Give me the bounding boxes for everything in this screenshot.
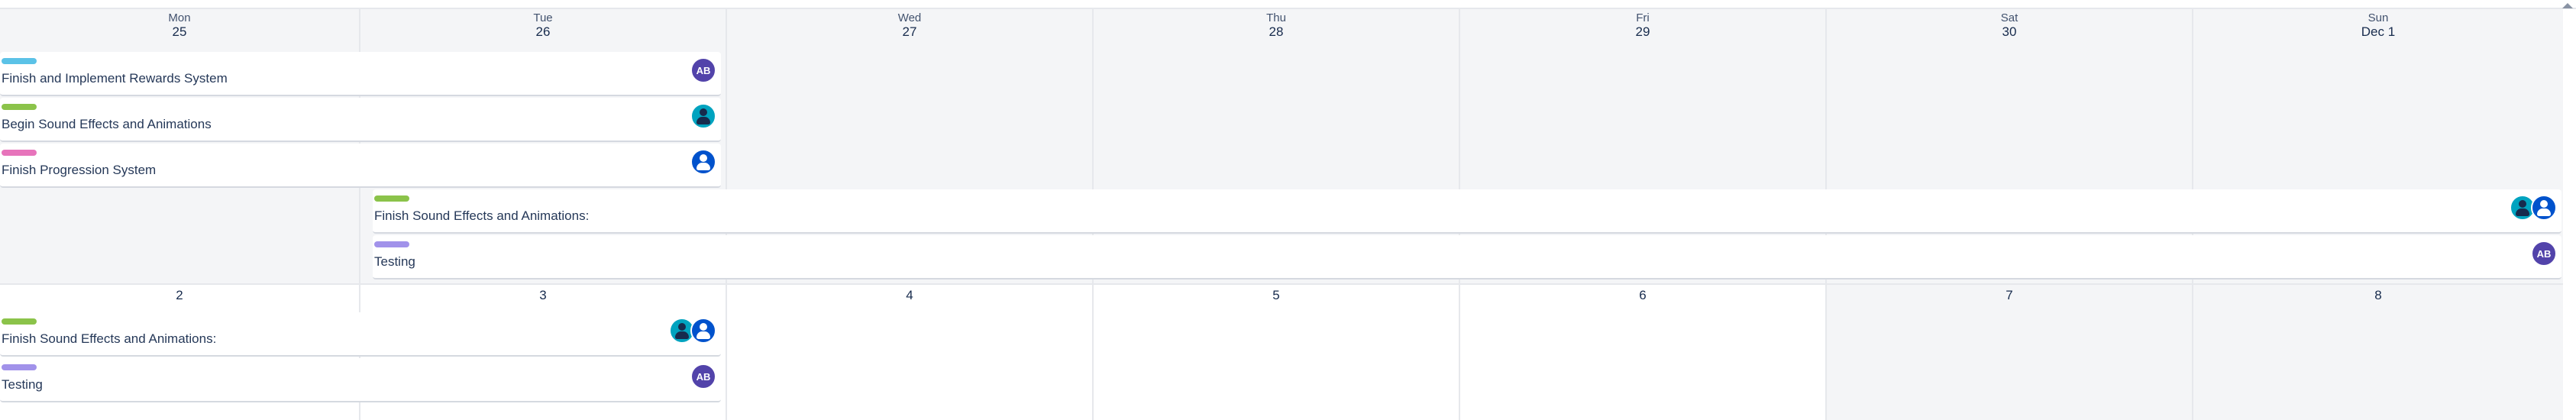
day-header: Wed 27 <box>727 9 1092 40</box>
day-header: Fri 29 <box>1460 9 1825 40</box>
event-color-strip <box>2 364 37 370</box>
assignee-group <box>2510 195 2557 221</box>
event-title: Testing <box>2 377 43 392</box>
assignee-group <box>669 318 716 344</box>
day-header: 5 <box>1094 288 1459 303</box>
assignee-avatar-initials[interactable]: AB <box>690 57 716 83</box>
day-cell-7[interactable]: 7 <box>1827 285 2193 420</box>
event-color-strip <box>2 104 37 110</box>
day-header: Thu 28 <box>1094 9 1459 40</box>
day-header: 4 <box>727 288 1092 303</box>
event-bar[interactable]: Begin Sound Effects and Animations <box>0 98 721 142</box>
day-number: 28 <box>1269 24 1284 39</box>
day-number: 4 <box>906 288 913 302</box>
day-header: 2 <box>0 288 359 303</box>
day-cell-5[interactable]: 5 <box>1094 285 1460 420</box>
teal-person-icon[interactable] <box>669 318 695 344</box>
event-color-strip <box>2 150 37 156</box>
event-bar[interactable]: Finish Sound Effects and Animations: <box>0 312 721 357</box>
scroll-up-arrow-icon[interactable] <box>2562 3 2573 8</box>
day-header: Sun Dec 1 <box>2193 9 2563 40</box>
day-of-week: Wed <box>897 11 922 24</box>
day-cell-6[interactable]: 6 <box>1460 285 1827 420</box>
day-cell-8[interactable]: 8 <box>2193 285 2563 420</box>
day-header: Mon 25 <box>0 9 359 40</box>
event-title: Finish and Implement Rewards System <box>2 71 228 86</box>
event-title: Begin Sound Effects and Animations <box>2 117 212 131</box>
day-of-week: Sun <box>2368 11 2389 24</box>
assignee-avatar-initials[interactable]: AB <box>690 363 716 389</box>
day-number: 5 <box>1272 288 1280 302</box>
day-number: 30 <box>2002 24 2017 39</box>
day-of-week: Mon <box>168 11 191 24</box>
day-of-week: Fri <box>1636 11 1650 24</box>
day-number: 25 <box>172 24 187 39</box>
day-header: 3 <box>360 288 726 303</box>
day-number: 27 <box>902 24 917 39</box>
day-number: 7 <box>2006 288 2013 302</box>
day-number: Dec 1 <box>2361 24 2396 39</box>
event-title: Finish Sound Effects and Animations: <box>374 208 590 223</box>
event-title: Testing <box>374 254 415 269</box>
event-bar[interactable]: Finish Progression System <box>0 144 721 188</box>
event-bar[interactable]: Finish Sound Effects and Animations: <box>373 189 2561 234</box>
day-number: 2 <box>176 288 183 302</box>
day-header: Sat 30 <box>1827 9 2192 40</box>
day-of-week: Thu <box>1266 11 1286 24</box>
event-color-strip <box>2 318 37 325</box>
event-bar[interactable]: Testing AB <box>0 358 721 402</box>
event-bar[interactable]: Finish and Implement Rewards System AB <box>0 52 721 96</box>
event-title: Finish Sound Effects and Animations: <box>2 331 217 346</box>
day-number: 8 <box>2374 288 2382 302</box>
day-number: 26 <box>535 24 551 39</box>
assignee-group: AB <box>690 57 716 83</box>
week-row-2: 2 3 4 5 6 7 8 Finish Sound Effects and A… <box>0 285 2563 420</box>
blue-person-icon[interactable] <box>690 318 716 344</box>
assignee-group: AB <box>690 363 716 389</box>
day-header: Tue 26 <box>360 9 726 40</box>
event-title: Finish Progression System <box>2 163 157 177</box>
event-color-strip <box>2 58 37 64</box>
assignee-avatar-initials[interactable]: AB <box>2531 241 2557 267</box>
assignee-group: AB <box>2531 241 2557 267</box>
day-number: 29 <box>1635 24 1650 39</box>
day-header: 6 <box>1460 288 1825 303</box>
blue-person-icon[interactable] <box>2531 195 2557 221</box>
event-bar[interactable]: Testing AB <box>373 235 2561 279</box>
teal-person-icon[interactable] <box>2510 195 2536 221</box>
day-number: 6 <box>1639 288 1647 302</box>
event-color-strip <box>374 195 409 202</box>
day-of-week: Tue <box>533 11 553 24</box>
blue-person-icon[interactable] <box>690 149 716 175</box>
teal-person-icon[interactable] <box>690 103 716 129</box>
assignee-group <box>690 149 716 175</box>
day-number: 3 <box>539 288 547 302</box>
day-header: 7 <box>1827 288 2192 303</box>
event-color-strip <box>374 241 409 247</box>
week-row-1: Mon 25 Tue 26 Wed 27 Thu 28 Fri 29 Sat 3… <box>0 9 2563 284</box>
day-header: 8 <box>2193 288 2563 303</box>
day-cell-4[interactable]: 4 <box>727 285 1094 420</box>
assignee-group <box>690 103 716 129</box>
day-of-week: Sat <box>2000 11 2018 24</box>
